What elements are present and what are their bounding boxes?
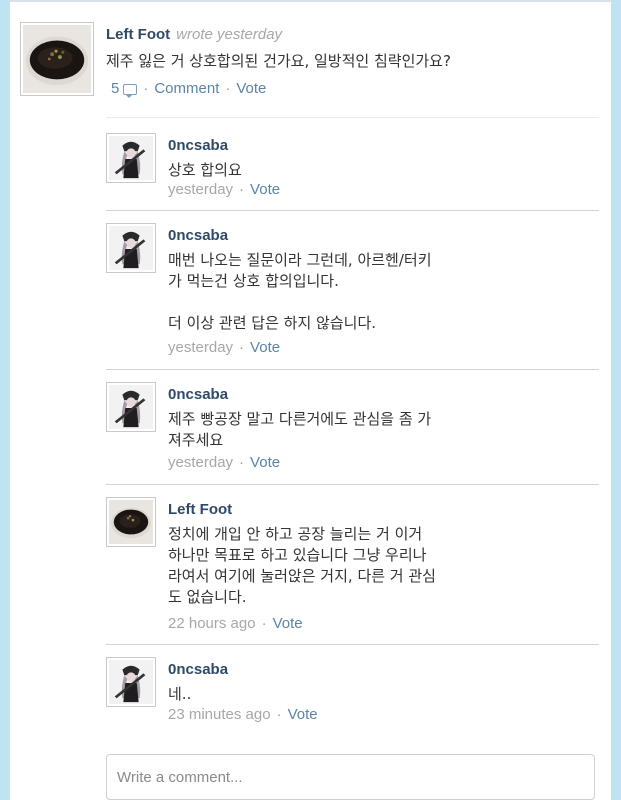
comment-author[interactable]: 0ncsaba — [168, 661, 228, 678]
comment-input[interactable] — [106, 754, 595, 800]
separator-dot: · — [239, 181, 245, 198]
avatar[interactable] — [106, 382, 156, 432]
comment-meta: yesterday · Vote — [168, 454, 280, 471]
comment-author[interactable]: Left Foot — [168, 501, 232, 518]
character-image — [109, 660, 153, 704]
vote-link[interactable]: Vote — [250, 339, 280, 356]
avatar[interactable] — [106, 497, 156, 547]
comment-time: yesterday — [168, 181, 234, 198]
divider — [106, 484, 599, 485]
comment-link[interactable]: Comment — [154, 80, 219, 97]
comment-meta: yesterday · Vote — [168, 339, 280, 356]
comment-time: yesterday — [168, 339, 234, 356]
comment-time: 23 minutes ago — [168, 706, 271, 723]
comment-author[interactable]: 0ncsaba — [168, 386, 228, 403]
post: Left Foot wrote yesterday 제주 잃은 거 상호합의된 건… — [10, 2, 611, 118]
separator-dot: · — [239, 339, 245, 356]
post-author[interactable]: Left Foot — [106, 26, 170, 43]
avatar[interactable] — [106, 133, 156, 183]
separator-dot: · — [261, 615, 267, 632]
character-image — [109, 226, 153, 270]
post-text: 제주 잃은 거 상호합의된 건가요, 일방적인 침략인가요? — [106, 52, 451, 70]
avatar[interactable] — [106, 657, 156, 707]
divider — [106, 644, 599, 645]
separator-dot: · — [225, 80, 231, 97]
character-image — [109, 385, 153, 429]
comment-text: 정치에 개입 안 하고 공장 늘리는 거 이거 하나만 목표로 하고 있습니다 … — [168, 525, 436, 606]
comment-time: 22 hours ago — [168, 615, 256, 632]
comment-author[interactable]: 0ncsaba — [168, 227, 228, 244]
comment-meta: yesterday · Vote — [168, 181, 280, 198]
vote-link[interactable]: Vote — [250, 181, 280, 198]
avatar[interactable] — [20, 22, 94, 96]
character-image — [109, 136, 153, 180]
comment-meta: 23 minutes ago · Vote — [168, 706, 318, 723]
comment-text: 제주 빵공장 말고 다른거에도 관심을 좀 가 져주세요 — [168, 410, 432, 449]
separator-dot: · — [239, 454, 245, 471]
divider — [106, 117, 599, 118]
comment-meta: 22 hours ago · Vote — [168, 615, 303, 632]
vote-link[interactable]: Vote — [288, 706, 318, 723]
comment-count[interactable]: 5 — [111, 80, 119, 97]
separator-dot: · — [276, 706, 282, 723]
comment-bubble-icon[interactable] — [123, 84, 138, 98]
vote-link[interactable]: Vote — [250, 454, 280, 471]
comment-text: 네.. — [168, 685, 192, 703]
comment-author[interactable]: 0ncsaba — [168, 137, 228, 154]
thread-card: Left Foot wrote yesterday 제주 잃은 거 상호합의된 건… — [10, 0, 611, 800]
vote-link[interactable]: Vote — [273, 615, 303, 632]
dish-image — [23, 25, 91, 93]
comment-text: 상호 합의요 — [168, 161, 242, 179]
post-actions: 5 · Comment · Vote — [111, 80, 266, 98]
comment-text: 매번 나오는 질문이라 그런데, 아르헨/터키 가 먹는건 상호 합의입니다. … — [168, 251, 432, 332]
divider — [106, 369, 599, 370]
vote-link[interactable]: Vote — [236, 80, 266, 97]
divider — [106, 210, 599, 211]
avatar[interactable] — [106, 223, 156, 273]
dish-image — [109, 500, 153, 544]
separator-dot: · — [143, 80, 149, 97]
comment-time: yesterday — [168, 454, 234, 471]
post-time: wrote yesterday — [176, 26, 283, 43]
